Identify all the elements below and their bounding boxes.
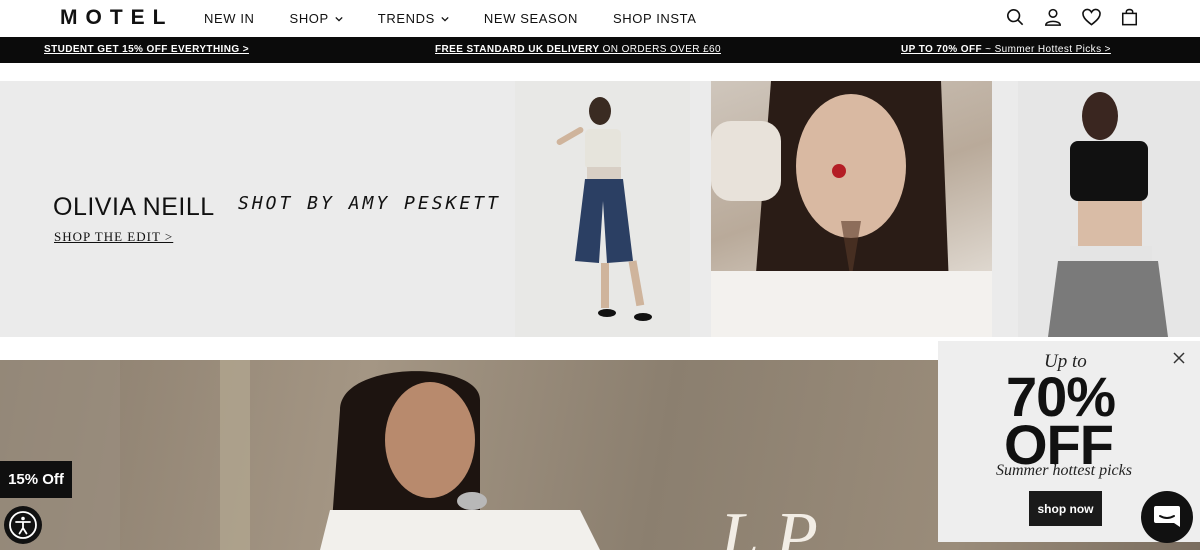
model-photo-3 (1018, 81, 1200, 337)
shop-now-button[interactable]: shop now (1029, 491, 1102, 526)
promo-bar: STUDENT GET 15% OFF EVERYTHING > FREE ST… (0, 37, 1200, 63)
nav-label: TRENDS (377, 11, 435, 26)
nav-shop-insta[interactable]: SHOP INSTA (613, 11, 697, 26)
nav-shop[interactable]: SHOP (290, 11, 343, 26)
model-photo-1 (515, 81, 690, 337)
hero-subtitle: SHOT BY AMY PESKETT (238, 193, 501, 214)
promo-bold: STUDENT GET 15% OFF EVERYTHING > (44, 44, 249, 55)
promo-light: ON ORDERS OVER £60 (599, 44, 721, 55)
promo-bold: FREE STANDARD UK DELIVERY (435, 44, 600, 55)
header-icons (1005, 7, 1157, 27)
hero-title: OLIVIA NEILL (53, 193, 215, 221)
shop-the-edit-link[interactable]: SHOP THE EDIT > (54, 229, 173, 245)
nav-label: NEW SEASON (483, 11, 578, 26)
nav-trends[interactable]: TRENDS (378, 11, 449, 26)
search-icon[interactable] (1005, 7, 1025, 27)
nav-new-season[interactable]: NEW SEASON (484, 11, 578, 26)
discount-tab[interactable]: 15% Off (0, 461, 72, 498)
wishlist-heart-icon[interactable] (1081, 7, 1101, 27)
main-nav: NEW IN SHOP TRENDS NEW SEASON SHOP INSTA (204, 11, 732, 26)
promo-light: ~ Summer Hottest Picks > (981, 44, 1111, 55)
accessibility-icon (9, 511, 37, 539)
chat-button[interactable] (1141, 491, 1193, 543)
chevron-down-icon (441, 16, 449, 22)
chat-icon (1154, 506, 1180, 527)
promo-sale-link[interactable]: UP TO 70% OFF ~ Summer Hottest Picks > (901, 44, 1111, 55)
nav-new-in[interactable]: NEW IN (204, 11, 255, 26)
promo-bold: UP TO 70% OFF (901, 44, 982, 55)
logo[interactable]: MOTEL (60, 6, 174, 30)
chevron-down-icon (335, 16, 343, 22)
accessibility-button[interactable] (4, 506, 42, 544)
popup-subtitle: Summer hottest picks (996, 462, 1132, 479)
model-photo-2 (711, 81, 992, 337)
nav-label: SHOP INSTA (612, 11, 697, 26)
account-icon[interactable] (1043, 7, 1063, 27)
site-header: MOTEL NEW IN SHOP TRENDS NEW SEASON SHOP… (0, 0, 1200, 37)
close-icon[interactable] (1172, 351, 1186, 365)
bag-icon[interactable] (1119, 7, 1139, 27)
promo-delivery-link[interactable]: FREE STANDARD UK DELIVERY ON ORDERS OVER… (435, 44, 721, 55)
nav-label: SHOP (289, 11, 329, 26)
nav-label: NEW IN (204, 11, 255, 26)
promo-student-link[interactable]: STUDENT GET 15% OFF EVERYTHING > (44, 44, 249, 55)
hero-banner[interactable]: OLIVIA NEILL SHOT BY AMY PESKETT SHOP TH… (0, 81, 1200, 337)
svg-text:L P: L P (719, 499, 818, 550)
